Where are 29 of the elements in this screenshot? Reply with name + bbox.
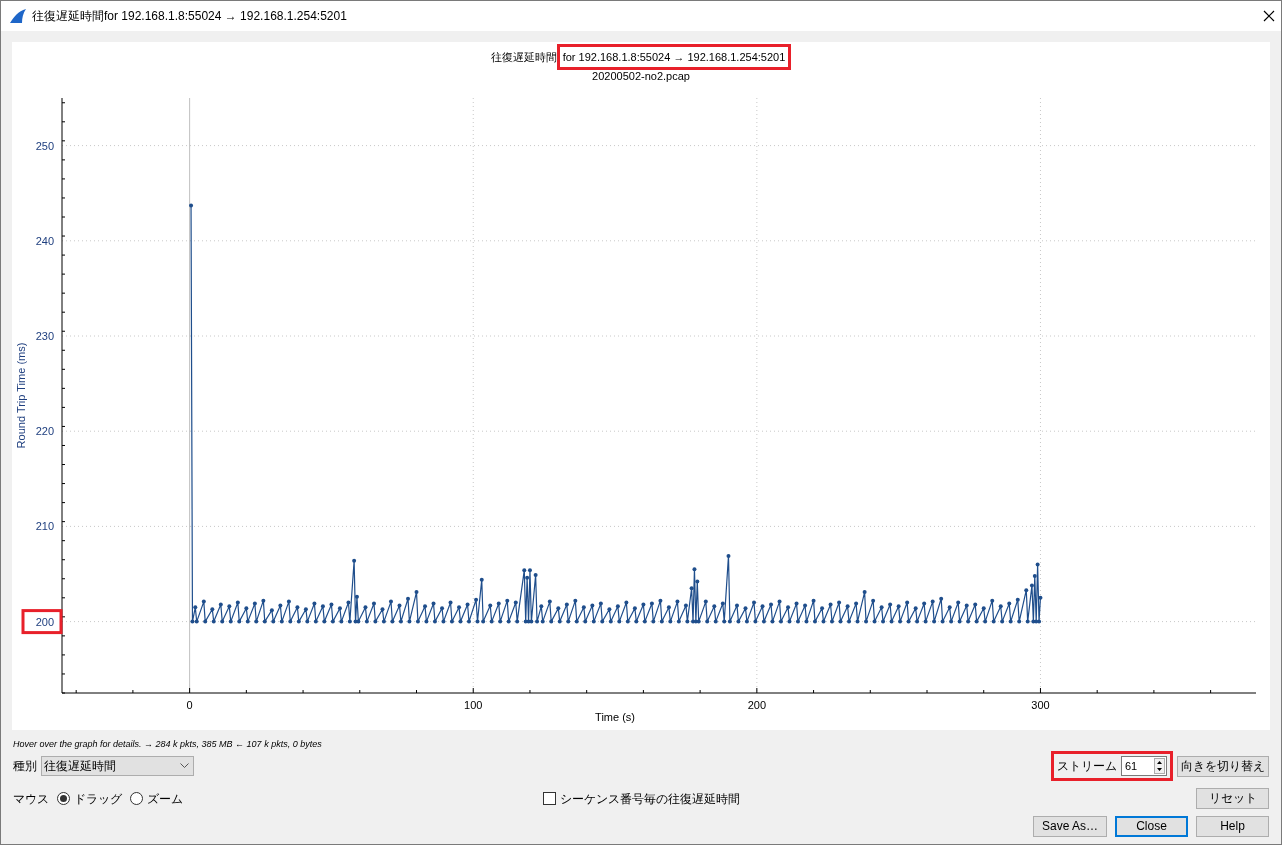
field-label: 種別 xyxy=(13,758,37,775)
field-label: マウス xyxy=(13,790,49,808)
window-title: 往復遅延時間for 192.168.1.8:55024 → 192.168.1.254:5201 xyxy=(32,8,347,25)
axis-tick-label: 210 xyxy=(35,520,54,533)
dialog-button[interactable]: 向きを切り替え xyxy=(1177,755,1269,777)
axis-tick-label: 200 xyxy=(747,699,767,711)
field-label: ストリーム xyxy=(1057,758,1117,775)
radio-label[interactable]: ドラッグ xyxy=(74,789,122,808)
checkbox-label[interactable]: シーケンス番号毎の往復遅延時間 xyxy=(559,789,740,808)
axis-tick-label: 230 xyxy=(35,330,54,342)
axis-tick-label: 240 xyxy=(35,234,54,247)
dialog-button[interactable]: リセット xyxy=(1196,788,1269,809)
axis-tick-label: 300 xyxy=(1031,699,1050,711)
graph-subtitle: 20200502-no2.pcap xyxy=(592,69,690,84)
radio-label[interactable]: ズーム xyxy=(147,789,183,808)
axis-title: Round Trip Time (ms) xyxy=(15,342,27,449)
axis-tick-label: 220 xyxy=(35,425,54,438)
dialog-button[interactable]: Help xyxy=(1196,816,1269,837)
hint-text: Hover over the graph for details. → 284 k pkts, 385 MB ← 107 k pkts, 0 bytes xyxy=(12,738,323,751)
type-dropdown[interactable]: 往復遅延時間 xyxy=(41,756,194,776)
graph-title: for 192.168.1.8:55024 → 192.168.1.254:5201 xyxy=(562,50,786,63)
close-button[interactable]: Close xyxy=(1115,816,1188,837)
axis-tick-label: 250 xyxy=(35,139,54,152)
axis-tick-label: 100 xyxy=(464,699,483,711)
axis-tick-label: 200 xyxy=(35,615,54,628)
graph-title: 往復遅延時間 xyxy=(490,49,557,65)
axis-tick-label: 0 xyxy=(186,699,193,711)
dialog-button[interactable]: Save As… xyxy=(1032,816,1107,837)
axis-title: Time (s) xyxy=(595,711,635,723)
